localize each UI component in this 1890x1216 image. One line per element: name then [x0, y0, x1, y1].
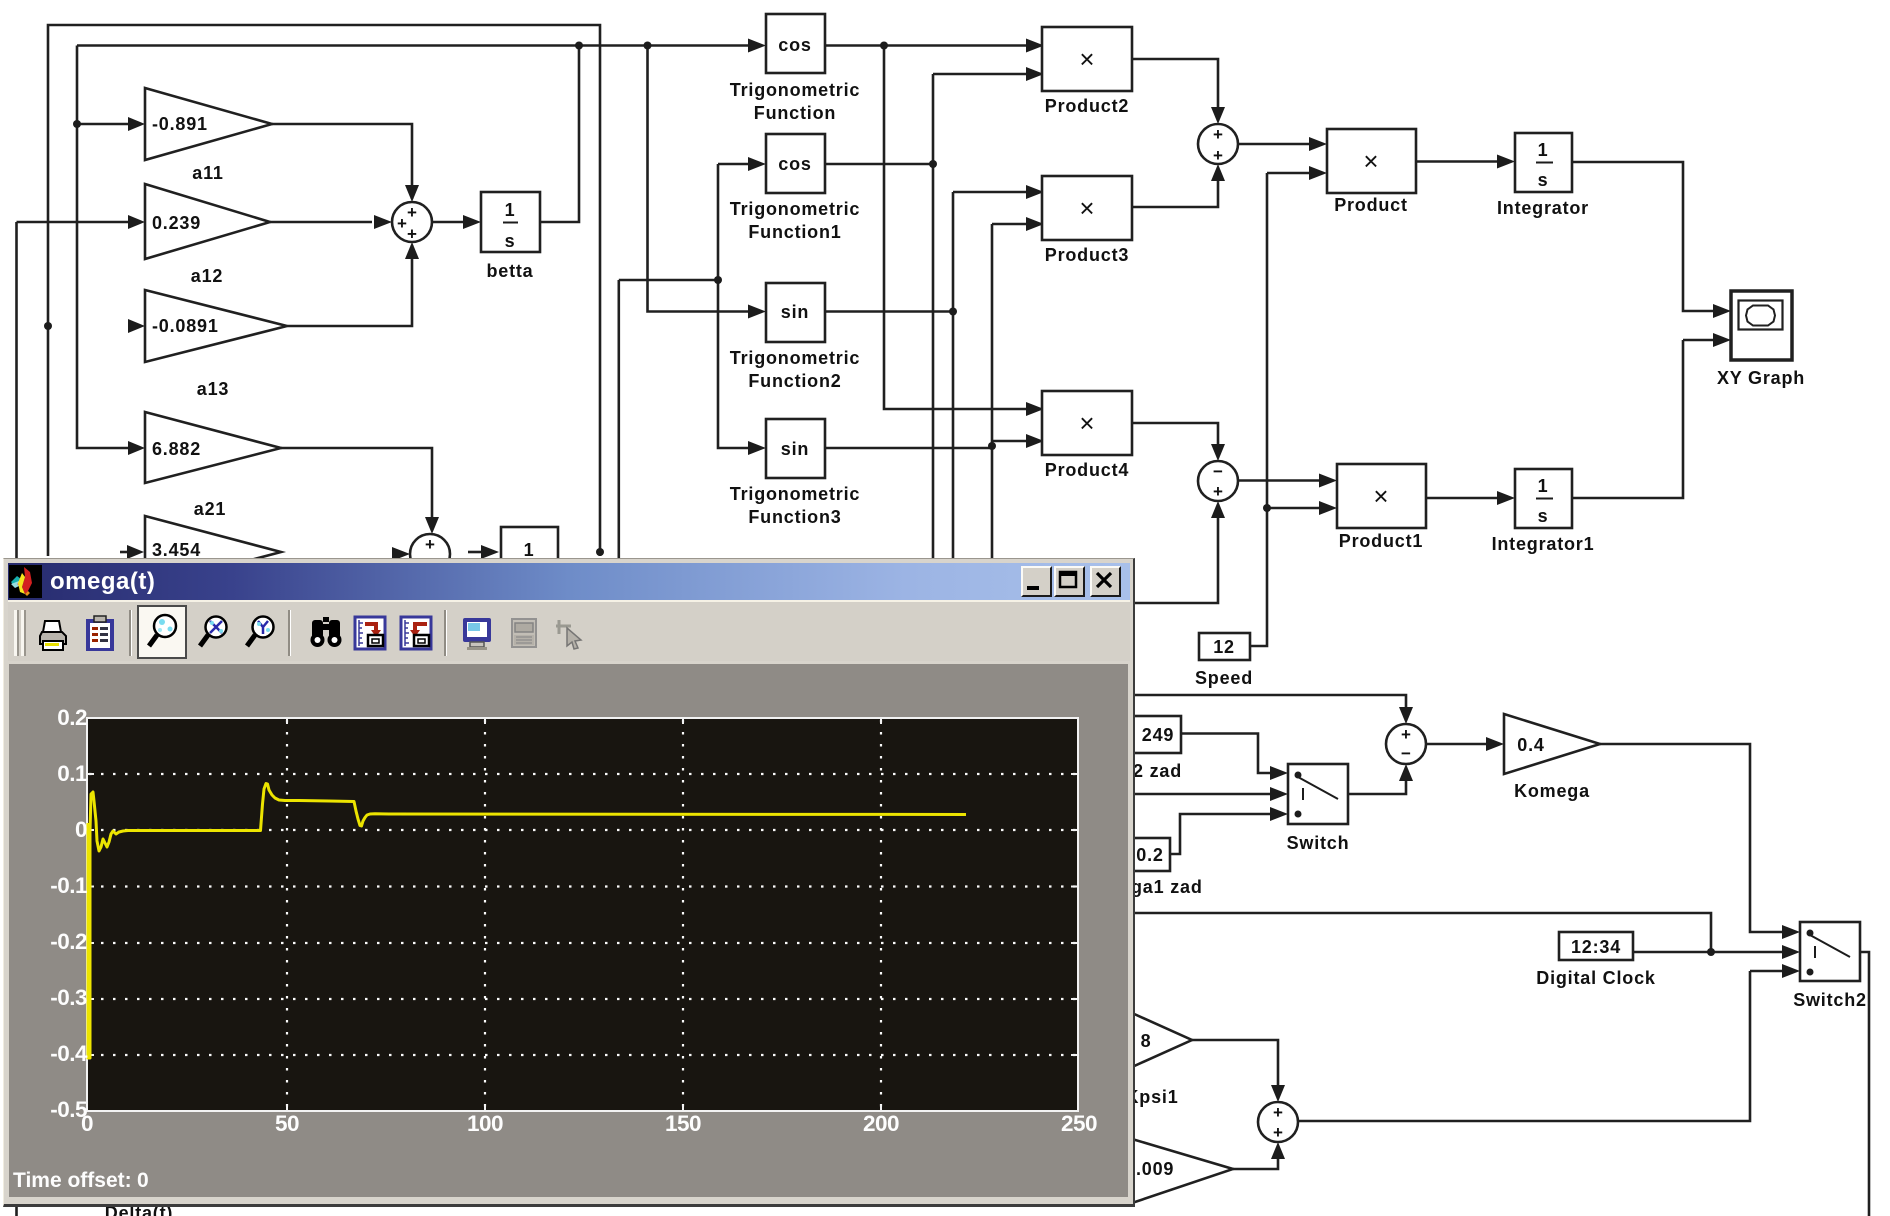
svg-text:-0.891: -0.891 — [152, 114, 208, 134]
svg-text:cos: cos — [778, 35, 811, 55]
svg-text:×: × — [1079, 44, 1094, 74]
svg-text:×: × — [1373, 481, 1388, 511]
svg-text:Integrator: Integrator — [1497, 198, 1589, 218]
svg-text:3.454: 3.454 — [152, 540, 201, 560]
svg-text:249: 249 — [1142, 725, 1174, 745]
svg-text:2 zad: 2 zad — [1133, 761, 1182, 781]
svg-text:×: × — [1363, 146, 1378, 176]
svg-text:Time offset:: Time offset: — [13, 1169, 132, 1192]
svg-text:0: 0 — [81, 1111, 93, 1136]
svg-text:-0.2: -0.2 — [50, 929, 87, 954]
svg-text:0.2: 0.2 — [1136, 845, 1163, 865]
svg-text:×: × — [1079, 193, 1094, 223]
svg-text:s: s — [505, 231, 516, 251]
svg-text:150: 150 — [665, 1111, 701, 1136]
svg-text:Function3: Function3 — [748, 507, 841, 527]
svg-text:+: + — [407, 203, 417, 222]
svg-text:1: 1 — [1538, 140, 1549, 160]
svg-text:Function: Function — [754, 103, 836, 123]
svg-text:a13: a13 — [197, 379, 229, 399]
svg-text:+: + — [1273, 1123, 1283, 1142]
svg-text:200: 200 — [863, 1111, 899, 1136]
svg-text:Product4: Product4 — [1045, 460, 1129, 480]
svg-text:a21: a21 — [194, 499, 226, 519]
svg-text:12: 12 — [1213, 637, 1235, 657]
svg-text:Integrator1: Integrator1 — [1492, 534, 1595, 554]
svg-text:+: + — [425, 535, 435, 554]
svg-text:0.1: 0.1 — [57, 761, 87, 786]
svg-text:ga1 zad: ga1 zad — [1131, 877, 1203, 897]
svg-text:+: + — [397, 214, 407, 233]
svg-text:100: 100 — [467, 1111, 503, 1136]
svg-text:0.239: 0.239 — [152, 213, 201, 233]
svg-text:Switch: Switch — [1287, 833, 1350, 853]
svg-text:−: − — [1213, 462, 1223, 481]
svg-text:Trigonometric: Trigonometric — [730, 348, 860, 368]
svg-text:Komega: Komega — [1514, 781, 1590, 801]
svg-text:Digital Clock: Digital Clock — [1536, 968, 1656, 988]
svg-text:250: 250 — [1061, 1111, 1097, 1136]
svg-text:+: + — [1273, 1103, 1283, 1122]
svg-text:0: 0 — [137, 1169, 149, 1192]
svg-text:betta: betta — [486, 261, 533, 281]
svg-text:Function2: Function2 — [748, 371, 841, 391]
svg-text:XY Graph: XY Graph — [1717, 368, 1805, 388]
svg-text:cos: cos — [778, 154, 811, 174]
svg-text:Function1: Function1 — [748, 222, 841, 242]
svg-text:s: s — [1538, 506, 1549, 526]
svg-text:Trigonometric: Trigonometric — [730, 484, 860, 504]
svg-text:1: 1 — [505, 200, 516, 220]
svg-text:Product2: Product2 — [1045, 96, 1129, 116]
svg-text:-0.4: -0.4 — [50, 1041, 88, 1066]
svg-text:+: + — [1401, 725, 1411, 744]
svg-text:+: + — [407, 225, 417, 244]
svg-text:6.882: 6.882 — [152, 439, 201, 459]
svg-text:Trigonometric: Trigonometric — [730, 199, 860, 219]
svg-text:-0.1: -0.1 — [50, 873, 87, 898]
svg-text:sin: sin — [781, 439, 809, 459]
svg-text:0: 0 — [75, 817, 87, 842]
svg-text:a11: a11 — [192, 163, 223, 183]
svg-text:0.4: 0.4 — [1517, 735, 1544, 755]
svg-text:Product1: Product1 — [1339, 531, 1423, 551]
svg-text:12:34: 12:34 — [1571, 937, 1621, 957]
svg-text:Switch2: Switch2 — [1793, 990, 1867, 1010]
svg-text:−: − — [1401, 744, 1411, 763]
svg-text:+: + — [1213, 146, 1223, 165]
svg-text:-0.0891: -0.0891 — [152, 316, 219, 336]
svg-text:a12: a12 — [191, 266, 223, 286]
svg-text:.009: .009 — [1136, 1159, 1174, 1179]
svg-text:s: s — [1538, 170, 1549, 190]
svg-text:50: 50 — [275, 1111, 299, 1136]
svg-text:0.2: 0.2 — [57, 705, 87, 730]
svg-text:1: 1 — [1538, 476, 1549, 496]
svg-text:1: 1 — [524, 540, 535, 560]
svg-text:Product3: Product3 — [1045, 245, 1129, 265]
svg-text:8: 8 — [1141, 1031, 1152, 1051]
svg-text:+: + — [1213, 482, 1223, 501]
svg-text:×: × — [1079, 408, 1094, 438]
svg-text:Product: Product — [1334, 195, 1408, 215]
svg-text:Speed: Speed — [1195, 668, 1253, 688]
svg-text:sin: sin — [781, 302, 809, 322]
svg-text:+: + — [1213, 125, 1223, 144]
svg-text:-0.3: -0.3 — [50, 985, 87, 1010]
svg-text:Trigonometric: Trigonometric — [730, 80, 860, 100]
